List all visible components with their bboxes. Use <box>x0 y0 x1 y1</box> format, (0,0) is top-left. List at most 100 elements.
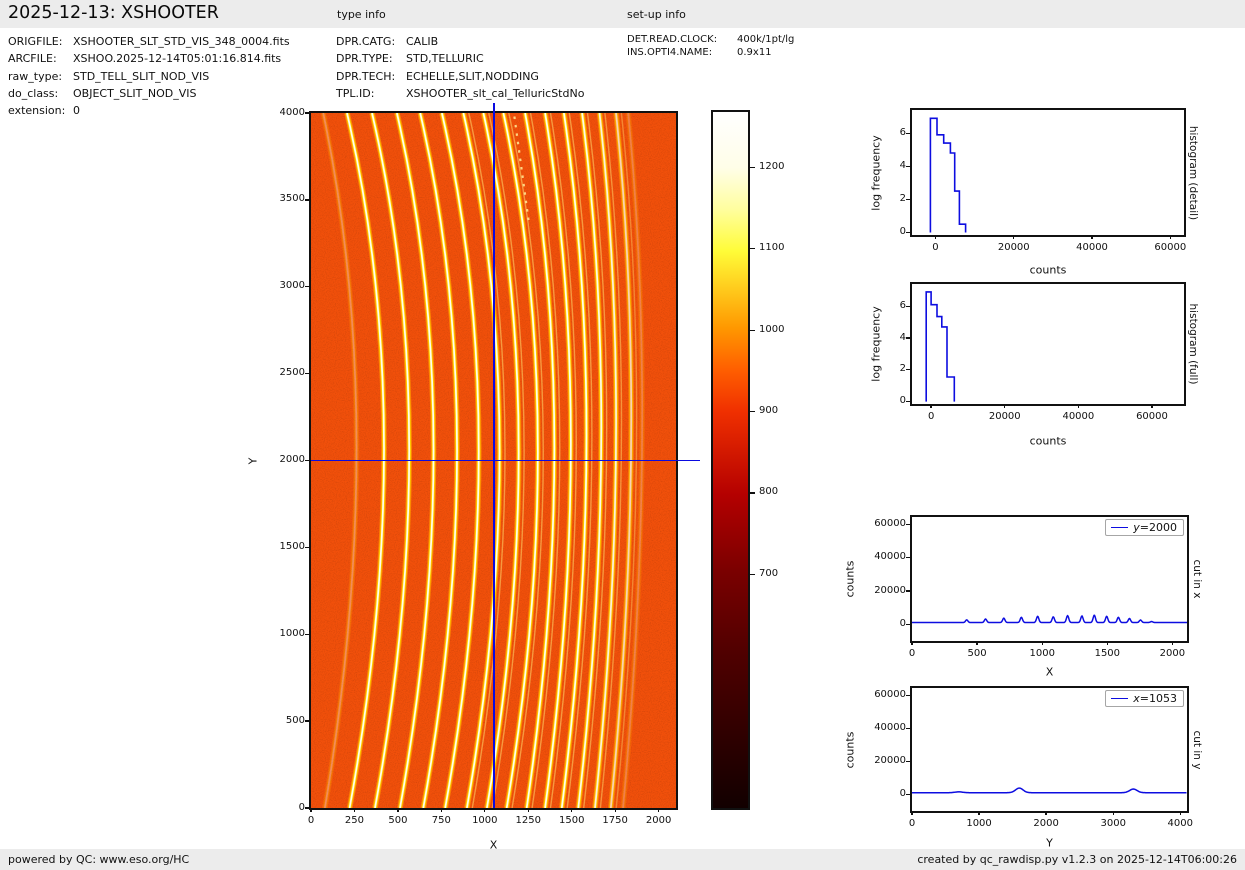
x-tick <box>354 808 355 812</box>
histogram-step-line <box>930 118 965 232</box>
cut-y-xlabel: Y <box>1046 837 1053 850</box>
cut-y-ylabel: counts <box>844 731 857 768</box>
hist-detail-ylabel: log frequency <box>870 135 883 210</box>
x-tick-label: 500 <box>968 648 987 659</box>
y-tick <box>305 460 309 461</box>
x-tick-label: 1000 <box>966 818 991 829</box>
y-tick-label: 2 <box>900 193 906 204</box>
footer-right-text: created by qc_rawdisp.py v1.2.3 on 2025-… <box>917 853 1237 866</box>
hist-full-side-label: histogram (full) <box>1187 304 1199 385</box>
x-tick <box>1107 641 1108 645</box>
x-tick <box>930 404 931 408</box>
y-tick-label: 6 <box>900 300 906 311</box>
colorbar-tick-label: 900 <box>759 405 778 416</box>
hist-full-xlabel: counts <box>1030 435 1067 448</box>
cut-y-side-label: cut in y <box>1191 730 1203 769</box>
cut-line <box>912 615 1187 622</box>
x-tick-label: 1500 <box>1095 648 1120 659</box>
y-tick <box>305 373 309 374</box>
y-tick <box>906 624 910 625</box>
x-tick <box>1013 235 1014 239</box>
y-tick-label: 4 <box>900 160 906 171</box>
y-tick <box>906 794 910 795</box>
x-tick <box>658 808 659 812</box>
legend-label: x=1053 <box>1133 692 1177 705</box>
colorbar-tick-label: 1000 <box>759 324 784 335</box>
cut-x-side-label: cut in x <box>1191 559 1203 598</box>
y-tick <box>906 401 910 402</box>
x-tick-label: 0 <box>928 411 934 422</box>
x-tick-label: 1750 <box>602 815 627 826</box>
x-tick-label: 0 <box>909 818 915 829</box>
y-tick-label: 2000 <box>280 454 305 465</box>
y-tick-label: 2500 <box>280 367 305 378</box>
colorbar-tick-label: 700 <box>759 568 778 579</box>
x-tick-label: 40000 <box>1062 411 1094 422</box>
legend-line-sample <box>1111 527 1128 528</box>
x-tick <box>1045 811 1046 815</box>
y-tick-label: 0 <box>900 618 906 629</box>
footer-left-text: powered by QC: www.eso.org/HC <box>8 853 189 866</box>
y-tick <box>305 286 309 287</box>
y-tick-label: 0 <box>900 395 906 406</box>
cut-x-ylabel: counts <box>844 561 857 598</box>
legend-line-sample <box>1111 698 1128 699</box>
cut-x-plot: 05001000150020000200004000060000y=2000 <box>910 515 1189 643</box>
y-tick-label: 4000 <box>280 107 305 118</box>
x-tick <box>978 811 979 815</box>
x-tick-label: 60000 <box>1154 242 1186 253</box>
y-tick <box>305 547 309 548</box>
x-tick <box>1170 235 1171 239</box>
y-tick-label: 1000 <box>280 628 305 639</box>
x-tick <box>1042 641 1043 645</box>
x-tick-label: 1000 <box>1029 648 1054 659</box>
colorbar-gradient <box>713 112 748 808</box>
legend-var: x <box>1133 692 1140 705</box>
x-tick-label: 20000 <box>989 411 1021 422</box>
colorbar-tick <box>750 492 755 493</box>
raw-image-ylabel: Y <box>247 457 260 464</box>
x-tick <box>1172 641 1173 645</box>
colorbar-tick <box>750 411 755 412</box>
y-tick <box>906 166 910 167</box>
cut-line <box>912 788 1187 793</box>
x-tick-label: 250 <box>345 815 364 826</box>
y-tick-label: 20000 <box>874 755 906 766</box>
x-tick <box>484 808 485 812</box>
hist-detail-plot: 02000040000600000246 <box>910 108 1186 237</box>
x-tick-label: 0 <box>932 242 938 253</box>
qc-report-page: 2025-12-13: XSHOOTER type info set-up in… <box>0 0 1245 870</box>
hist-detail-xlabel: counts <box>1030 264 1067 277</box>
x-tick-label: 4000 <box>1168 818 1193 829</box>
x-tick-label: 1500 <box>559 815 584 826</box>
colorbar-tick-label: 1100 <box>759 242 784 253</box>
x-tick-label: 750 <box>432 815 451 826</box>
y-tick-label: 20000 <box>874 585 906 596</box>
x-tick-label: 2000 <box>646 815 671 826</box>
y-tick <box>906 306 910 307</box>
x-tick-label: 0 <box>909 648 915 659</box>
y-tick-label: 6 <box>900 127 906 138</box>
y-tick <box>906 199 910 200</box>
colorbar-tick <box>750 248 755 249</box>
x-tick-label: 20000 <box>998 242 1030 253</box>
colorbar-tick <box>750 167 755 168</box>
y-tick <box>906 695 910 696</box>
x-tick-label: 60000 <box>1136 411 1168 422</box>
hist-full-ylabel: log frequency <box>870 306 883 381</box>
x-tick <box>571 808 572 812</box>
x-tick <box>615 808 616 812</box>
y-tick <box>906 337 910 338</box>
colorbar: 700800900100011001200 <box>711 110 750 810</box>
y-tick <box>906 232 910 233</box>
y-tick <box>305 807 309 808</box>
y-tick <box>305 199 309 200</box>
y-tick-label: 60000 <box>874 518 906 529</box>
x-tick <box>1113 811 1114 815</box>
x-tick <box>441 808 442 812</box>
colorbar-tick-label: 800 <box>759 486 778 497</box>
y-tick <box>305 112 309 113</box>
x-tick-label: 2000 <box>1033 818 1058 829</box>
y-tick-label: 4 <box>900 332 906 343</box>
x-tick-label: 2000 <box>1160 648 1185 659</box>
